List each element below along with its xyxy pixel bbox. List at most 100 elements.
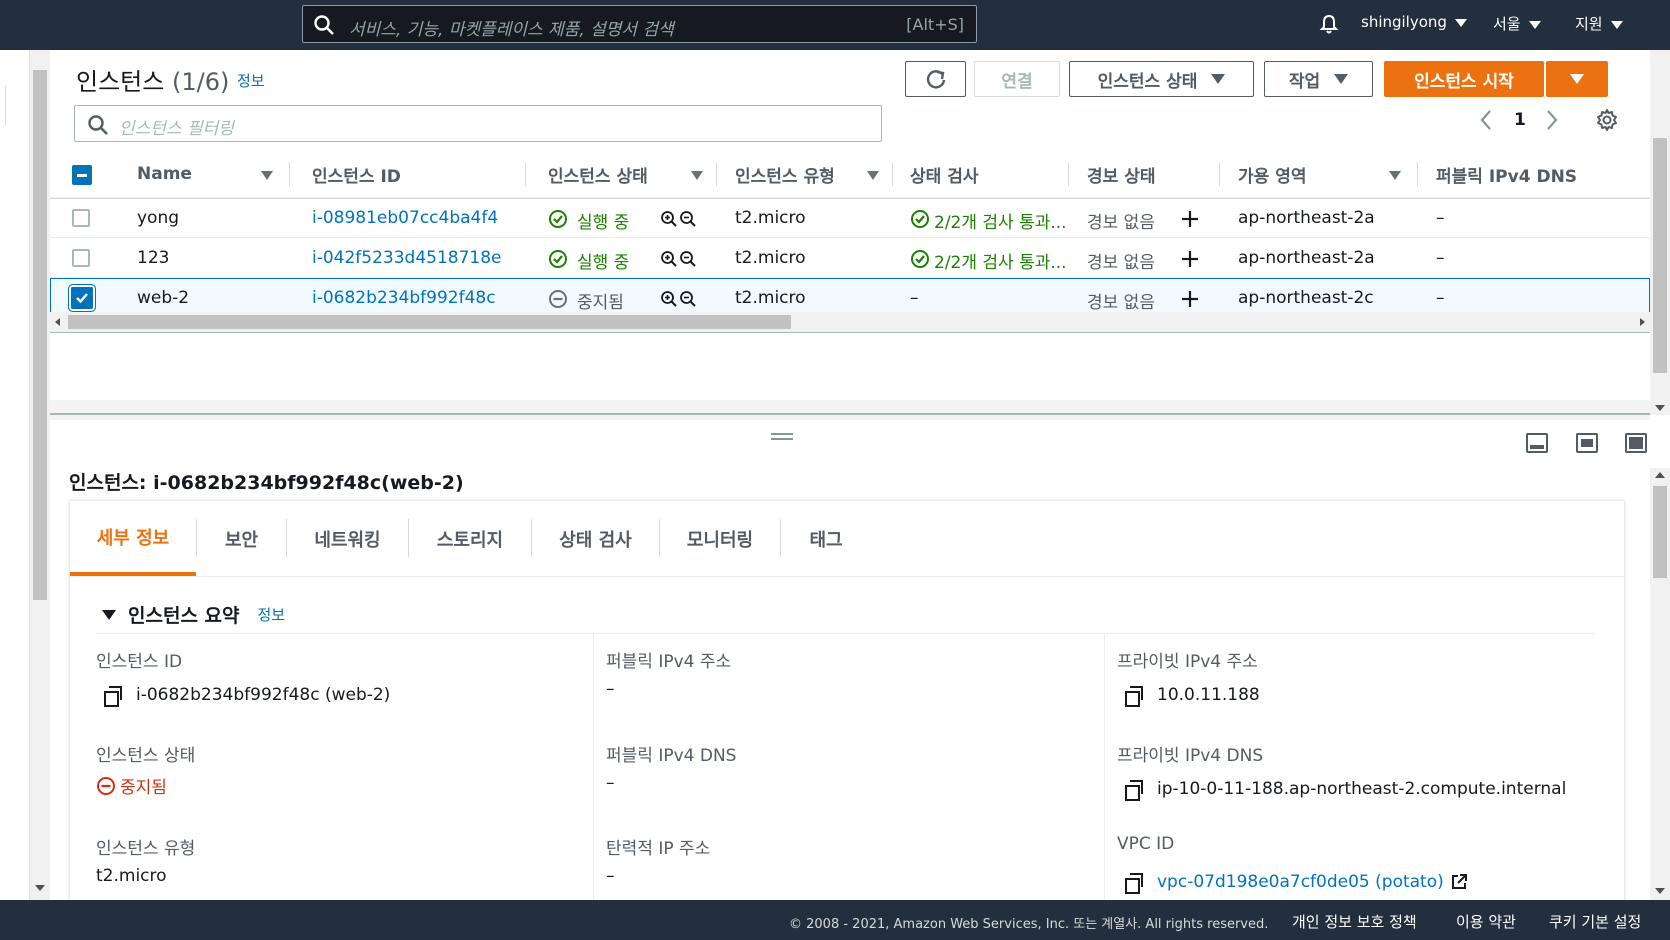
summary-info-link[interactable]: 정보 xyxy=(258,604,286,625)
cell-instance-id[interactable]: i-042f5233d4518718e xyxy=(312,248,502,268)
horizontal-scrollbar-thumb[interactable] xyxy=(68,315,791,329)
checkmark-icon xyxy=(76,293,88,304)
connect-label: 연결 xyxy=(1001,71,1033,92)
table-horizontal-scrollbar[interactable] xyxy=(50,312,1650,332)
support-menu[interactable]: 지원 xyxy=(1575,13,1623,34)
region-menu[interactable]: 서울 xyxy=(1493,13,1541,34)
info-link[interactable]: 정보 xyxy=(237,70,265,91)
cookie-preferences-link[interactable]: 쿠키 기본 설정 xyxy=(1549,911,1641,932)
current-page[interactable]: 1 xyxy=(1514,110,1526,130)
detail-scrollbar[interactable] xyxy=(1650,468,1670,900)
zoom-out-icon[interactable] xyxy=(679,210,697,228)
tab-tags[interactable]: 태그 xyxy=(781,501,871,576)
actions-button[interactable]: 작업 xyxy=(1264,61,1373,97)
plus-icon[interactable] xyxy=(1180,249,1200,269)
sort-icon[interactable] xyxy=(1389,171,1401,180)
left-scrollbar[interactable] xyxy=(30,50,50,900)
external-link-icon[interactable] xyxy=(1450,873,1468,891)
tab-storage-label: 스토리지 xyxy=(436,529,504,551)
tab-status-checks[interactable]: 상태 검사 xyxy=(532,501,659,576)
instance-state-button[interactable]: 인스턴스 상태 xyxy=(1069,61,1254,97)
row-checkbox[interactable] xyxy=(72,249,90,267)
cell-name: yong xyxy=(137,208,180,228)
panel-splitter[interactable] xyxy=(50,413,1650,415)
scroll-right-arrow[interactable] xyxy=(1640,318,1645,326)
copy-icon[interactable] xyxy=(1125,686,1143,707)
instance-filter-input[interactable]: 인스턴스 필터링 xyxy=(74,105,882,142)
select-all-checkbox[interactable] xyxy=(72,165,92,185)
zoom-in-icon[interactable] xyxy=(660,290,678,308)
public-dns-label: 퍼블릭 IPv4 DNS xyxy=(606,746,737,766)
side-nav-edge xyxy=(0,86,6,126)
gear-icon[interactable] xyxy=(1595,108,1619,132)
tab-monitoring[interactable]: 모니터링 xyxy=(660,501,780,576)
instance-type-label: 인스턴스 유형 xyxy=(96,839,196,859)
launch-label: 인스턴스 시작 xyxy=(1414,71,1514,92)
bell-icon[interactable] xyxy=(1318,13,1340,35)
caret-down-icon xyxy=(102,609,116,620)
vpc-id-value: vpc-07d198e0a7cf0de05 (potato) xyxy=(1125,872,1468,894)
user-name: shingilyong xyxy=(1361,13,1447,31)
launch-dropdown-button[interactable] xyxy=(1546,61,1608,97)
table-panel-scrollbar-thumb[interactable] xyxy=(1653,138,1667,373)
scroll-left-arrow[interactable] xyxy=(55,318,60,326)
table-row[interactable]: 123 i-042f5233d4518718e 실행 중 t2.micro 2/… xyxy=(50,238,1650,278)
tab-status-checks-label: 상태 검사 xyxy=(559,529,632,551)
tab-storage[interactable]: 스토리지 xyxy=(409,501,531,576)
scroll-down-arrow[interactable] xyxy=(35,885,45,891)
tab-details[interactable]: 세부 정보 xyxy=(70,501,196,576)
search-icon xyxy=(314,15,334,35)
zoom-in-icon[interactable] xyxy=(660,210,678,228)
sort-icon[interactable] xyxy=(691,171,703,180)
instances-header: 인스턴스 (1/6) 정보 연결 인스턴스 상태 작업 인스턴스 시작 인스턴스… xyxy=(50,50,1650,150)
row-checkbox[interactable] xyxy=(72,209,90,227)
cell-instance-id[interactable]: i-0682b234bf992f48c xyxy=(312,288,496,308)
detail-scrollbar-thumb[interactable] xyxy=(1653,486,1667,578)
copy-icon[interactable] xyxy=(104,686,122,707)
chevron-right-icon[interactable] xyxy=(1544,108,1560,132)
copy-icon[interactable] xyxy=(1125,873,1143,894)
launch-instances-button[interactable]: 인스턴스 시작 xyxy=(1384,61,1544,97)
tab-security[interactable]: 보안 xyxy=(197,501,286,576)
tab-details-label: 세부 정보 xyxy=(96,527,170,549)
connect-button[interactable]: 연결 xyxy=(974,61,1060,97)
plus-icon[interactable] xyxy=(1180,289,1200,309)
scroll-down-arrow[interactable] xyxy=(1655,888,1665,894)
cell-status-check[interactable]: 2/2개 검사 통과... xyxy=(934,248,1067,273)
plus-icon[interactable] xyxy=(1180,209,1200,229)
left-scrollbar-thumb[interactable] xyxy=(33,70,47,600)
layout-side-icon[interactable] xyxy=(1576,433,1598,453)
sort-icon[interactable] xyxy=(867,171,879,180)
row-checkbox-checked[interactable] xyxy=(71,287,93,309)
region-name: 서울 xyxy=(1493,15,1521,33)
layout-bottom-icon[interactable] xyxy=(1526,433,1548,453)
cell-instance-id[interactable]: i-08981eb07cc4ba4f4 xyxy=(312,208,498,228)
chevron-left-icon[interactable] xyxy=(1478,108,1494,132)
copy-icon[interactable] xyxy=(1125,780,1143,801)
privacy-link[interactable]: 개인 정보 보호 정책 xyxy=(1292,911,1417,932)
scroll-down-arrow[interactable] xyxy=(1655,405,1665,411)
terms-link[interactable]: 이용 약관 xyxy=(1456,911,1516,932)
column-divider xyxy=(289,162,290,186)
zoom-out-icon[interactable] xyxy=(679,250,697,268)
zoom-out-icon[interactable] xyxy=(679,290,697,308)
table-panel-scrollbar[interactable] xyxy=(1650,50,1670,415)
search-shortcut: [Alt+S] xyxy=(906,15,964,34)
private-dns-text: ip-10-0-11-188.ap-northeast-2.compute.in… xyxy=(1157,779,1567,799)
layout-full-icon[interactable] xyxy=(1625,433,1647,453)
summary-section-header[interactable]: 인스턴스 요약 정보 xyxy=(102,601,285,628)
detail-card: 세부 정보 보안 네트워킹 스토리지 상태 검사 모니터링 태그 인스턴스 요약… xyxy=(70,500,1624,903)
vpc-id-link[interactable]: vpc-07d198e0a7cf0de05 (potato) xyxy=(1157,872,1444,892)
user-menu[interactable]: shingilyong xyxy=(1361,13,1467,31)
search-input[interactable]: 서비스, 기능, 마켓플레이스 제품, 설명서 검색 [Alt+S] xyxy=(302,5,977,43)
instance-state-text: 중지됨 xyxy=(120,778,167,798)
scroll-up-arrow[interactable] xyxy=(1655,472,1665,478)
refresh-button[interactable] xyxy=(905,61,966,97)
cell-status-check[interactable]: 2/2개 검사 통과... xyxy=(934,208,1067,233)
table-row[interactable]: yong i-08981eb07cc4ba4f4 실행 중 t2.micro 2… xyxy=(50,198,1650,238)
tab-networking[interactable]: 네트워킹 xyxy=(287,501,408,576)
cell-public-dns: – xyxy=(1436,288,1445,308)
sort-icon[interactable] xyxy=(261,171,273,180)
zoom-in-icon[interactable] xyxy=(660,250,678,268)
drag-handle-icon[interactable] xyxy=(771,433,793,440)
